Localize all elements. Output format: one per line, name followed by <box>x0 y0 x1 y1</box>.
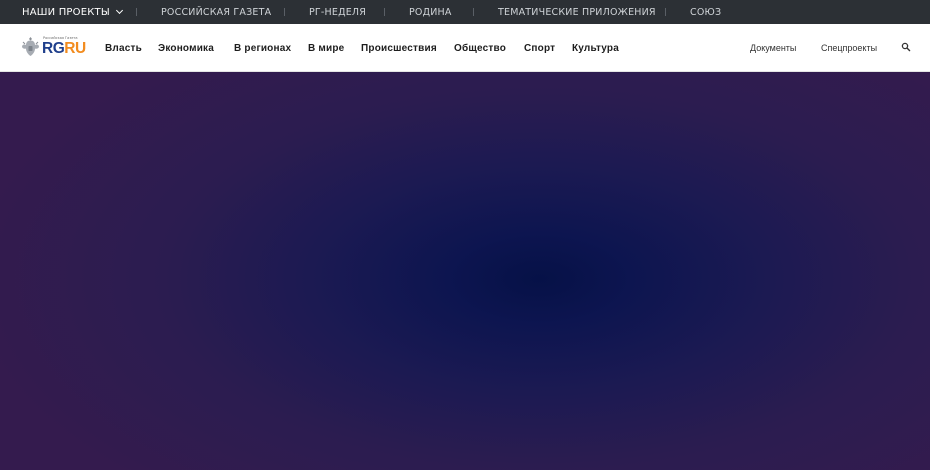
logo-ru: RU <box>64 40 86 57</box>
nav-item-documents[interactable]: Документы <box>750 24 796 72</box>
nav-item-culture[interactable]: Культура <box>572 24 619 72</box>
chevron-down-icon <box>115 6 123 15</box>
nav-item-world[interactable]: В мире <box>308 24 344 72</box>
divider <box>473 8 474 16</box>
our-projects-dropdown[interactable]: НАШИ ПРОЕКТЫ <box>22 0 123 24</box>
nav-item-regions[interactable]: В регионах <box>234 24 291 72</box>
logo-rg: RG <box>42 40 65 57</box>
hero-background <box>0 72 930 470</box>
divider <box>284 8 285 16</box>
project-link-rg-week[interactable]: РГ-НЕДЕЛЯ <box>309 0 366 24</box>
project-link-rg[interactable]: РОССИЙСКАЯ ГАЗЕТА <box>161 0 271 24</box>
main-navbar: Российская Газета RGRU Власть Экономика … <box>0 24 930 72</box>
search-icon[interactable] <box>901 42 911 52</box>
top-projects-bar: НАШИ ПРОЕКТЫ РОССИЙСКАЯ ГАЗЕТА РГ-НЕДЕЛЯ… <box>0 0 930 24</box>
project-link-soyuz[interactable]: СОЮЗ <box>690 0 721 24</box>
nav-item-society[interactable]: Общество <box>454 24 506 72</box>
divider <box>665 8 666 16</box>
nav-item-special-projects[interactable]: Спецпроекты <box>821 24 877 72</box>
site-logo[interactable]: Российская Газета RGRU <box>21 35 86 61</box>
project-link-rodina[interactable]: РОДИНА <box>409 0 452 24</box>
nav-item-vlast[interactable]: Власть <box>105 24 142 72</box>
project-link-supplements[interactable]: ТЕМАТИЧЕСКИЕ ПРИЛОЖЕНИЯ <box>498 0 656 24</box>
emblem-icon <box>22 37 39 56</box>
divider <box>136 8 137 16</box>
nav-item-sport[interactable]: Спорт <box>524 24 555 72</box>
nav-item-economy[interactable]: Экономика <box>158 24 214 72</box>
nav-item-incidents[interactable]: Происшествия <box>361 24 437 72</box>
logo-wordmark: RGRU <box>42 40 86 57</box>
divider <box>384 8 385 16</box>
our-projects-label: НАШИ ПРОЕКТЫ <box>22 6 110 18</box>
